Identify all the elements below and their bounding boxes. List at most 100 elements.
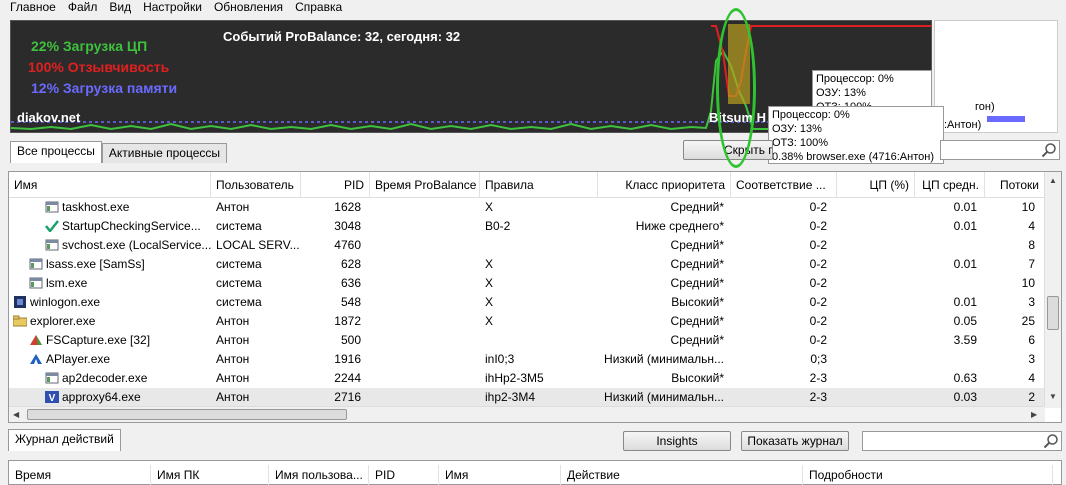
col-affinity[interactable]: Соответствие ... — [731, 172, 837, 198]
process-name-cell[interactable]: winlogon.exe — [13, 293, 211, 312]
col-cpu-avg[interactable]: ЦП средн. — [915, 172, 985, 198]
process-threads-cell: 10 — [1021, 276, 1035, 290]
process-cpuavg-cell: 0.01 — [953, 295, 977, 309]
show-log-button[interactable]: Показать журнал — [741, 431, 849, 451]
process-name: StartupCheckingService... — [62, 219, 201, 233]
process-aff-cell: 2-3 — [809, 371, 827, 385]
process-prio-cell: Средний* — [670, 333, 724, 347]
process-name-cell[interactable]: APlayer.exe — [29, 350, 211, 369]
process-name-cell[interactable]: Vapproxy64.exe — [45, 388, 211, 407]
player-icon — [29, 352, 46, 366]
horizontal-scroll-thumb[interactable] — [27, 409, 347, 420]
process-threads-cell: 2 — [1028, 390, 1035, 404]
process-cpu-cell — [837, 198, 907, 217]
menu-updates[interactable]: Обновления — [214, 0, 283, 14]
process-threads-cell: 10 — [1021, 200, 1035, 214]
process-row[interactable]: StartupCheckingService... система 3048 B0-2… — [9, 217, 1045, 236]
process-row[interactable]: taskhost.exe Антон 1628 X Средний* 0-2 0.01 10 — [9, 198, 1045, 217]
process-pb-cell — [370, 350, 480, 369]
process-aff-cell: 0;3 — [810, 352, 827, 366]
log-col-action[interactable]: Действие — [561, 465, 803, 485]
col-name[interactable]: Имя — [9, 172, 211, 198]
process-row[interactable]: lsass.exe [SamSs] система 628 X Средний* 0-2 0… — [9, 255, 1045, 274]
vertical-scroll-thumb[interactable] — [1047, 296, 1059, 330]
log-col-details[interactable]: Подробности — [803, 465, 1053, 485]
col-threads[interactable]: Потоки — [985, 172, 1045, 198]
scroll-right-icon[interactable]: ▶ — [1031, 410, 1037, 419]
process-rules-cell: X — [485, 276, 494, 290]
process-rules-cell: X — [485, 257, 494, 271]
col-cpu[interactable]: ЦП (%) — [837, 172, 915, 198]
legend-text: гон) — [975, 101, 995, 113]
process-row[interactable]: explorer.exe Антон 1872 X Средний* 0-2 0.05 25 — [9, 312, 1045, 331]
menu-main[interactable]: Главное — [10, 0, 56, 14]
log-col-pc[interactable]: Имя ПК — [151, 465, 269, 485]
process-name-cell[interactable]: svchost.exe (LocalService... — [45, 236, 211, 255]
window-icon — [45, 200, 62, 214]
process-user-cell: система — [216, 219, 262, 233]
log-search-input[interactable] — [862, 431, 1062, 451]
process-name-cell[interactable]: StartupCheckingService... — [45, 217, 211, 236]
horizontal-scrollbar[interactable]: ◀ ▶ — [9, 406, 1045, 422]
process-rules-cell: X — [485, 200, 494, 214]
process-cpuavg-cell — [915, 236, 977, 255]
probalance-events: Событий ProBalance: 32, сегодня: 32 — [223, 29, 461, 44]
tab-action-log[interactable]: Журнал действий — [8, 429, 121, 451]
process-name: ap2decoder.exe — [62, 371, 148, 385]
process-table: Имя Пользователь PID Время ProBalance Пр… — [8, 171, 1062, 423]
process-row[interactable]: FSCapture.exe [32] Антон 500 Средний* 0-2 3.5… — [9, 331, 1045, 350]
process-name-cell[interactable]: lsass.exe [SamSs] — [29, 255, 211, 274]
log-col-time[interactable]: Время — [9, 465, 151, 485]
scroll-left-icon[interactable]: ◀ — [13, 410, 19, 419]
process-name-cell[interactable]: ap2decoder.exe — [45, 369, 211, 388]
process-row[interactable]: Vapproxy64.exe Антон 2716 ihp2-3M4 Низкий (м… — [9, 388, 1045, 407]
process-prio-cell: Низкий (минимальн... — [604, 352, 724, 366]
process-cpu-cell — [837, 350, 907, 369]
process-row[interactable]: APlayer.exe Антон 1916 inI0;3 Низкий (минима… — [9, 350, 1045, 369]
process-prio-cell: Средний* — [670, 200, 724, 214]
process-row[interactable]: svchost.exe (LocalService... LOCAL SERV..… — [9, 236, 1045, 255]
col-rules[interactable]: Правила — [480, 172, 598, 198]
process-name-cell[interactable]: lsm.exe — [29, 274, 211, 293]
menu-settings[interactable]: Настройки — [143, 0, 202, 14]
tab-active-processes[interactable]: Активные процессы — [101, 143, 228, 163]
tab-all-processes[interactable]: Все процессы — [10, 141, 102, 163]
search-icon[interactable] — [1043, 433, 1059, 449]
vertical-scrollbar[interactable]: ▲ ▼ — [1044, 172, 1061, 408]
process-search-input[interactable] — [940, 140, 1060, 160]
log-col-name[interactable]: Имя — [439, 465, 561, 485]
menu-help[interactable]: Справка — [295, 0, 342, 14]
process-name-cell[interactable]: FSCapture.exe [32] — [29, 331, 211, 350]
process-row[interactable]: ap2decoder.exe Антон 2244 ihHp2-3M5 Высокий*… — [9, 369, 1045, 388]
process-name: lsm.exe — [46, 276, 88, 290]
window-icon — [29, 276, 46, 290]
scroll-down-icon[interactable]: ▼ — [1049, 392, 1057, 401]
col-probalance[interactable]: Время ProBalance — [370, 172, 480, 198]
process-cpuavg-cell: 3.59 — [953, 333, 977, 347]
process-aff-cell: 0-2 — [809, 257, 827, 271]
checkmark-icon — [45, 219, 62, 233]
col-priority[interactable]: Класс приоритета — [598, 172, 731, 198]
process-aff-cell: 0-2 — [809, 276, 827, 290]
log-col-pid[interactable]: PID — [369, 465, 439, 485]
process-cpu-cell — [837, 293, 907, 312]
menu-view[interactable]: Вид — [109, 0, 131, 14]
log-col-user[interactable]: Имя пользова... — [269, 465, 369, 485]
search-icon[interactable] — [1041, 142, 1057, 158]
process-name: APlayer.exe — [46, 352, 111, 366]
process-threads-cell: 3 — [1028, 295, 1035, 309]
menu-file[interactable]: Файл — [68, 0, 98, 14]
menu-bar: Главное Файл Вид Настройки Обновления Сп… — [0, 0, 1066, 14]
col-pid[interactable]: PID — [301, 172, 370, 198]
col-user[interactable]: Пользователь — [211, 172, 301, 198]
process-row[interactable]: winlogon.exe система 548 X Высокий* 0-2 0.01 3 — [9, 293, 1045, 312]
scroll-up-icon[interactable]: ▲ — [1049, 176, 1057, 185]
process-name-cell[interactable]: explorer.exe — [13, 312, 211, 331]
process-user-cell: Антон — [216, 352, 250, 366]
window-icon — [29, 257, 46, 271]
process-row[interactable]: lsm.exe система 636 X Средний* 0-2 10 — [9, 274, 1045, 293]
v-app-icon: V — [45, 390, 62, 404]
process-name-cell[interactable]: taskhost.exe — [45, 198, 211, 217]
process-prio-cell: Высокий* — [671, 371, 724, 385]
insights-button[interactable]: Insights — [623, 431, 731, 451]
